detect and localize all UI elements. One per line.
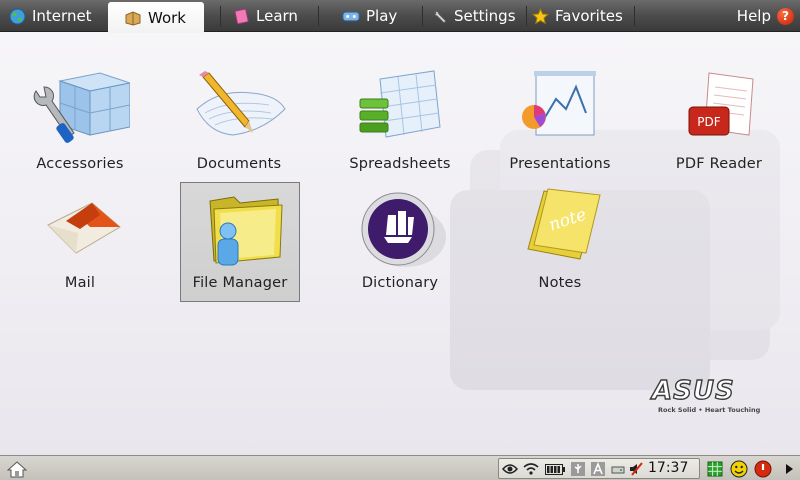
tab-divider: [526, 6, 527, 26]
app-label: Spreadsheets: [349, 156, 451, 172]
app-label: Notes: [538, 275, 582, 291]
drive-icon[interactable]: [609, 460, 627, 478]
app-notes[interactable]: note Notes: [500, 183, 620, 303]
accessories-icon: [30, 66, 130, 152]
tab-divider: [634, 6, 635, 26]
app-mail[interactable]: Mail: [20, 183, 140, 303]
app-label: Accessories: [36, 156, 124, 172]
tab-play[interactable]: Play: [342, 0, 397, 32]
app-spreadsheets[interactable]: Spreadsheets: [340, 64, 460, 184]
tab-learn[interactable]: Learn: [232, 0, 298, 32]
wrench-icon: [430, 7, 448, 25]
tab-divider: [220, 6, 221, 26]
tab-divider: [318, 6, 319, 26]
spreadsheets-icon: [350, 66, 450, 152]
power-icon[interactable]: [753, 459, 772, 478]
battery-icon[interactable]: [544, 460, 566, 478]
app-accessories[interactable]: Accessories: [20, 64, 140, 184]
tab-label: Work: [148, 8, 186, 27]
home-icon[interactable]: [6, 459, 28, 478]
arrow-right-icon[interactable]: [779, 459, 798, 478]
app-pdf-reader[interactable]: PDF PDF Reader: [659, 64, 779, 184]
dictionary-icon: [350, 185, 450, 271]
presentations-icon: [510, 66, 610, 152]
notes-icon: note: [510, 185, 610, 271]
tab-label: Play: [366, 7, 398, 25]
app-label: Documents: [196, 156, 282, 172]
volume-muted-icon[interactable]: [627, 460, 645, 478]
tab-internet[interactable]: Internet: [8, 0, 92, 32]
grid-icon[interactable]: [705, 459, 724, 478]
logo-wordmark: ASUS: [651, 376, 735, 406]
tab-bar: Internet Work Learn Play Settings Favori…: [0, 0, 800, 33]
app-dictionary[interactable]: Dictionary: [340, 183, 460, 303]
tab-label: Internet: [32, 7, 92, 25]
wifi-icon[interactable]: [522, 460, 540, 478]
network-eye-icon[interactable]: [501, 460, 519, 478]
system-tray: 17:37: [498, 458, 700, 479]
pdf-icon-text: PDF: [697, 115, 720, 129]
taskbar: 17:37: [0, 455, 800, 480]
joystick-icon: [342, 7, 360, 25]
pdf-reader-icon: PDF: [669, 66, 769, 152]
globe-icon: [8, 7, 26, 25]
book-icon: [232, 7, 250, 25]
usb-icon[interactable]: [569, 460, 587, 478]
app-file-manager[interactable]: File Manager: [180, 182, 300, 302]
tab-label: Settings: [454, 7, 516, 25]
tab-label: Learn: [256, 7, 298, 25]
app-label: Mail: [64, 275, 96, 291]
documents-icon: [189, 66, 289, 152]
app-presentations[interactable]: Presentations: [500, 64, 620, 184]
tab-work[interactable]: Work: [108, 2, 204, 33]
star-icon: [531, 7, 549, 25]
logo-tagline: Rock Solid • Heart Touching: [658, 406, 761, 414]
help-label: Help: [736, 7, 771, 25]
mail-icon: [30, 185, 130, 271]
file-manager-icon: [190, 185, 290, 271]
app-label: PDF Reader: [675, 156, 763, 172]
help-button[interactable]: Help ?: [737, 0, 794, 32]
asus-logo: ASUS Rock Solid • Heart Touching: [651, 376, 772, 418]
keyboard-a-icon[interactable]: [589, 460, 607, 478]
tab-settings[interactable]: Settings: [430, 0, 516, 32]
briefcase-icon: [124, 9, 142, 27]
clock[interactable]: 17:37: [648, 460, 688, 476]
tab-label: Favorites: [555, 7, 623, 25]
app-label: Dictionary: [361, 275, 439, 291]
tab-divider: [422, 6, 423, 26]
tab-favorites[interactable]: Favorites: [531, 0, 623, 32]
help-icon: ?: [777, 7, 794, 25]
app-documents[interactable]: Documents: [179, 64, 299, 184]
app-label: Presentations: [509, 156, 611, 172]
smiley-icon[interactable]: [729, 459, 748, 478]
app-label: File Manager: [192, 275, 288, 291]
